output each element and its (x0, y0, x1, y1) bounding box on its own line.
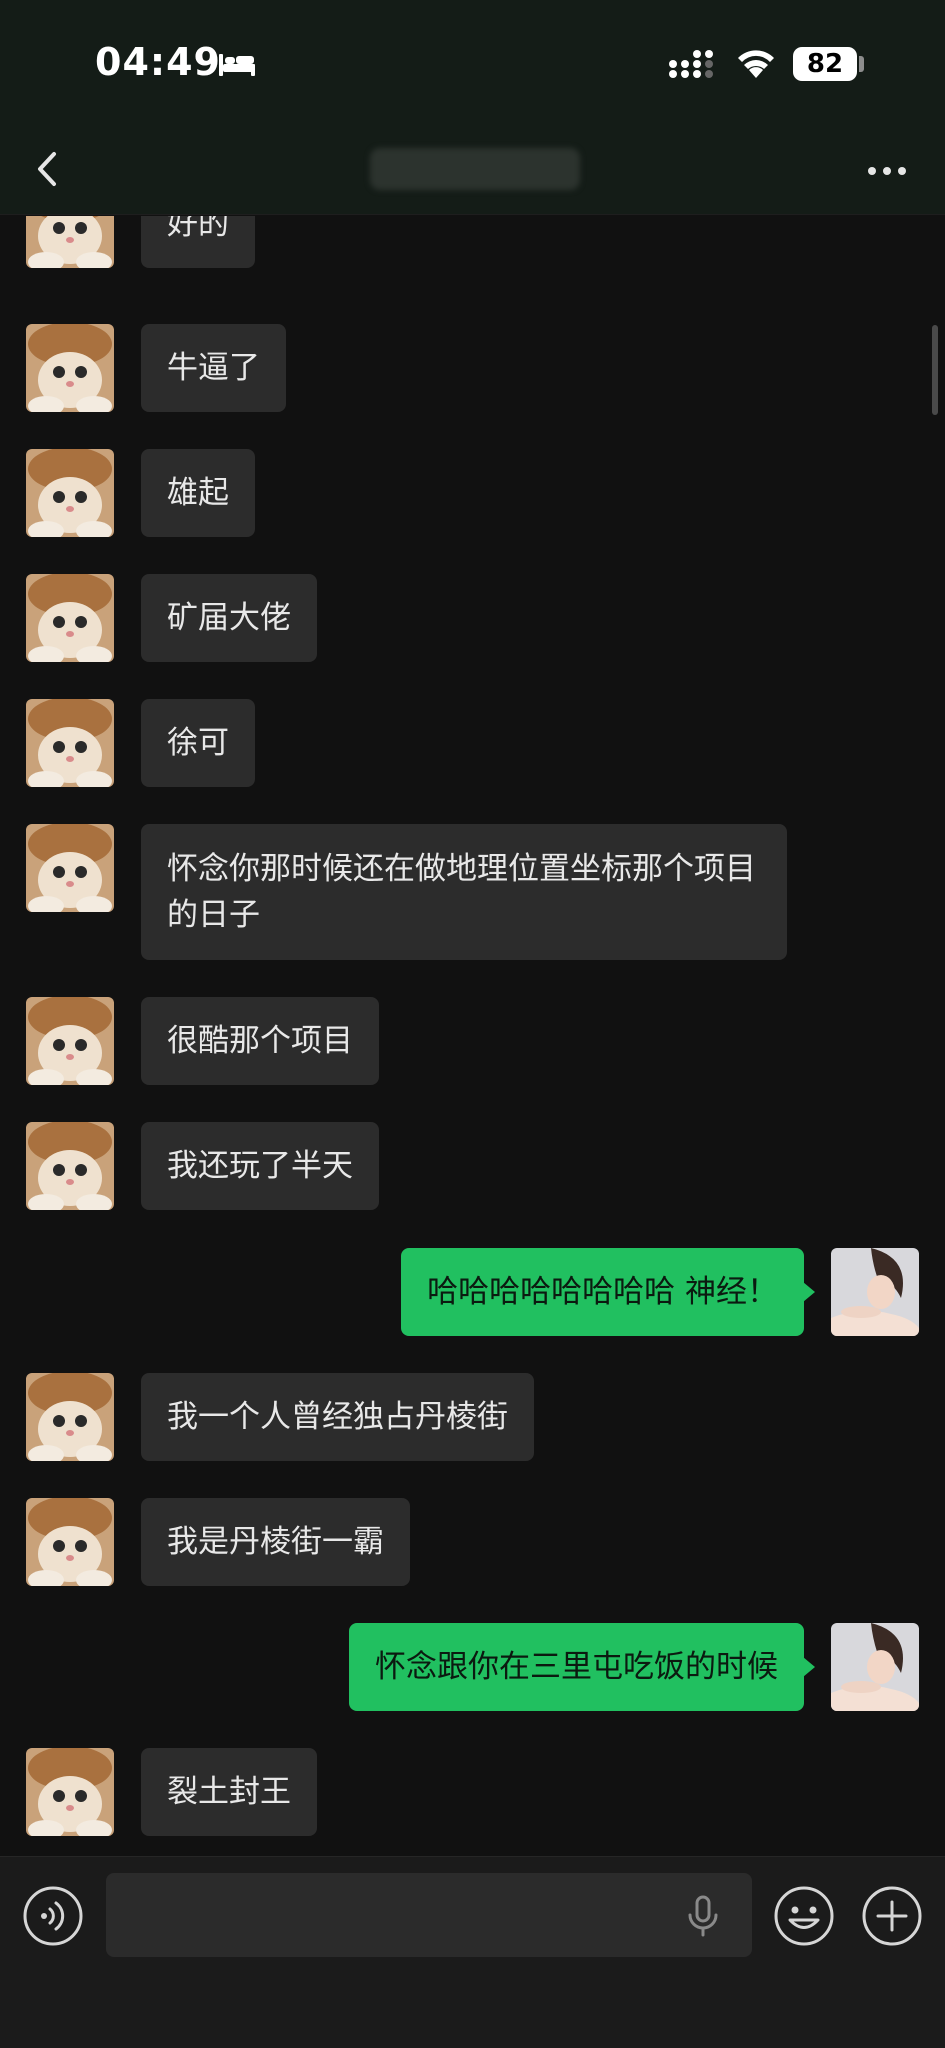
message-list[interactable]: 好的 牛逼了 雄起 矿届大佬 徐可 怀念你那时候还在做地理位置坐标那个项目的日子 (0, 216, 945, 1856)
more-options-button[interactable] (862, 156, 912, 186)
incoming-message-bubble[interactable]: 我还玩了半天 (141, 1122, 379, 1210)
wifi-icon (738, 50, 774, 78)
contact-avatar[interactable] (26, 1498, 114, 1586)
battery-terminal (859, 56, 864, 72)
status-time: 04:49 (95, 40, 221, 84)
user-avatar[interactable] (831, 1248, 919, 1336)
message-row: 徐可 (0, 699, 945, 787)
incoming-message-bubble[interactable]: 裂土封王 (141, 1748, 317, 1836)
contact-avatar[interactable] (26, 1748, 114, 1836)
outgoing-message-bubble[interactable]: 哈哈哈哈哈哈哈哈 神经！ (401, 1248, 815, 1336)
message-row: 我是丹棱街一霸 (0, 1498, 945, 1586)
incoming-message-bubble[interactable]: 很酷那个项目 (141, 997, 379, 1085)
message-row: 裂土封王 (0, 1748, 945, 1836)
status-bar: 04:49 82 (0, 0, 945, 130)
contact-avatar[interactable] (26, 449, 114, 537)
message-input[interactable] (106, 1873, 752, 1957)
battery-level: 82 (793, 47, 857, 81)
chat-title-blurred (370, 148, 580, 190)
back-button[interactable] (28, 144, 68, 194)
contact-avatar[interactable] (26, 824, 114, 912)
message-row: 牛逼了 (0, 324, 945, 412)
chat-header (0, 130, 945, 215)
incoming-message-bubble[interactable]: 雄起 (141, 449, 255, 537)
message-row: 很酷那个项目 (0, 997, 945, 1085)
outgoing-message-bubble[interactable]: 怀念跟你在三里屯吃饭的时候 (349, 1623, 815, 1711)
incoming-message-bubble[interactable]: 牛逼了 (141, 324, 286, 412)
message-row: 矿届大佬 (0, 574, 945, 662)
message-row: 哈哈哈哈哈哈哈哈 神经！ (0, 1248, 945, 1336)
contact-avatar[interactable] (26, 216, 114, 268)
message-row: 怀念跟你在三里屯吃饭的时候 (0, 1623, 945, 1711)
incoming-message-bubble[interactable]: 怀念你那时候还在做地理位置坐标那个项目的日子 (141, 824, 787, 960)
contact-avatar[interactable] (26, 574, 114, 662)
microphone-icon[interactable] (686, 1895, 720, 1937)
cellular-signal-icon (669, 50, 713, 78)
contact-avatar[interactable] (26, 1122, 114, 1210)
contact-avatar[interactable] (26, 324, 114, 412)
sleep-focus-icon (219, 54, 255, 76)
message-row: 好的 (0, 216, 945, 268)
message-row: 我还玩了半天 (0, 1122, 945, 1210)
contact-avatar[interactable] (26, 997, 114, 1085)
user-avatar[interactable] (831, 1623, 919, 1711)
incoming-message-bubble[interactable]: 我是丹棱街一霸 (141, 1498, 410, 1586)
more-features-plus-button[interactable] (861, 1885, 923, 1947)
incoming-message-bubble[interactable]: 我一个人曾经独占丹棱街 (141, 1373, 534, 1461)
incoming-message-bubble[interactable]: 矿届大佬 (141, 574, 317, 662)
input-bar (0, 1856, 945, 2048)
contact-avatar[interactable] (26, 1373, 114, 1461)
contact-avatar[interactable] (26, 699, 114, 787)
incoming-message-bubble[interactable]: 好的 (141, 216, 255, 268)
message-row: 我一个人曾经独占丹棱街 (0, 1373, 945, 1461)
message-row: 雄起 (0, 449, 945, 537)
scrollbar-thumb[interactable] (932, 325, 938, 415)
incoming-message-bubble[interactable]: 徐可 (141, 699, 255, 787)
voice-input-button[interactable] (22, 1885, 84, 1947)
message-row: 怀念你那时候还在做地理位置坐标那个项目的日子 (0, 824, 945, 960)
emoji-button[interactable] (773, 1885, 835, 1947)
